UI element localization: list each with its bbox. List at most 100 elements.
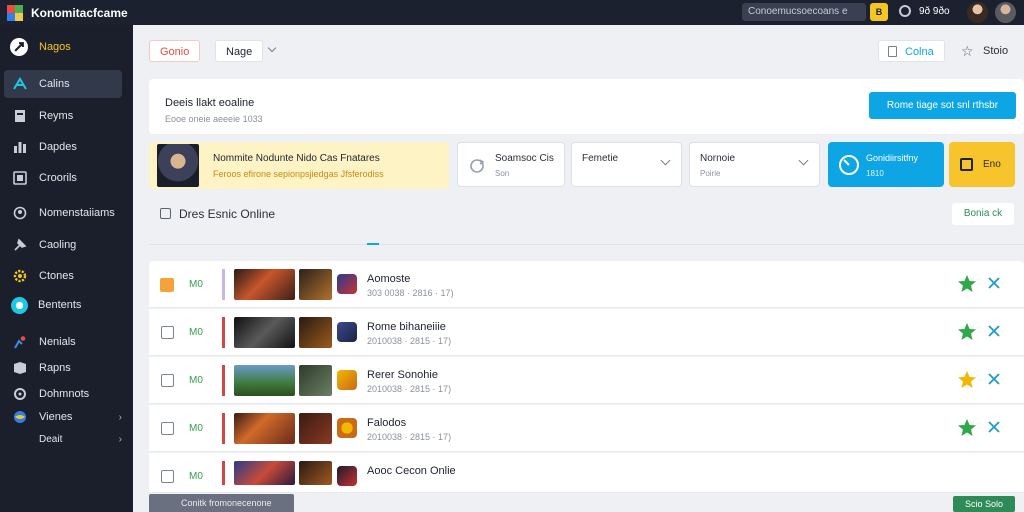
filter-dropdown-2[interactable]: Femetie	[571, 142, 682, 187]
sidebar-item-label: Calins	[39, 78, 70, 90]
info-icon[interactable]	[899, 5, 911, 17]
row-checkbox[interactable]	[161, 326, 174, 339]
promo-thumbnail	[157, 144, 199, 187]
filter-2-label: Femetie	[582, 153, 619, 164]
chevron-down-icon[interactable]	[267, 43, 277, 53]
game-thumbnail	[234, 269, 295, 300]
sidebar-item-label: Bentents	[38, 299, 82, 311]
game-icon	[337, 322, 357, 342]
sidebar-item-nomenstaiiams[interactable]: Nomenstaiiams	[4, 199, 122, 227]
globe-icon	[11, 296, 28, 314]
rocket-icon	[10, 38, 28, 56]
game-icon	[337, 274, 357, 294]
star-icon[interactable]	[957, 418, 977, 438]
sidebar-item-label: Nomenstaiiams	[39, 207, 115, 219]
top-search-input[interactable]: Conoemucsoecoans e	[742, 3, 866, 21]
chevron-down-icon	[798, 155, 809, 166]
game-icon	[337, 466, 357, 486]
star-icon[interactable]	[957, 274, 977, 294]
close-icon[interactable]	[988, 421, 1000, 433]
table-row[interactable]: M0 Aooc Cecon Onlie	[149, 453, 1024, 493]
row-title: Rerer Sonohie	[367, 369, 438, 381]
filter-blue-label: Gonidiirsitfny	[866, 153, 919, 163]
row-subtitle: 2010038 · 2815 · 17)	[367, 384, 452, 394]
refresh-icon	[470, 159, 485, 173]
filter-1-label: Soamsoc Cis	[495, 153, 554, 164]
top-badge-button[interactable]: B	[870, 3, 888, 21]
table-row[interactable]: M0 Falodos 2010038 · 2815 · 17)	[149, 405, 1024, 452]
game-icon	[337, 418, 357, 438]
tab-indicator	[367, 243, 379, 245]
section-checkbox[interactable]	[160, 208, 171, 219]
filter-yellow-button[interactable]: Eno	[949, 142, 1015, 187]
sidebar-item-deait[interactable]: Deait ›	[4, 425, 122, 453]
sidebar-item-calins[interactable]: Calins	[4, 70, 122, 98]
filter-dropdown-3[interactable]: Nornoie Poirie	[689, 142, 820, 187]
close-icon[interactable]	[988, 277, 1000, 289]
game-thumbnail-small	[299, 365, 332, 396]
star-outline-icon: ☆	[961, 43, 974, 59]
close-icon[interactable]	[988, 325, 1000, 337]
avatar[interactable]	[967, 2, 988, 23]
sidebar-item-rapns[interactable]: Rapns	[4, 354, 122, 382]
sidebar-item-label: Rapns	[39, 362, 71, 374]
gonio-button[interactable]: Gonio	[149, 40, 201, 62]
filter-blue-button[interactable]: Gonidiirsitfny 1810	[828, 142, 944, 187]
game-thumbnail-small	[299, 269, 332, 300]
sidebar-item-label: Ctones	[39, 270, 74, 282]
sidebar-item-croorils[interactable]: Croorils	[4, 164, 122, 192]
row-checkbox[interactable]	[161, 374, 174, 387]
planet-icon	[14, 411, 26, 423]
row-title: Falodos	[367, 417, 407, 429]
section-header: Dres Esnic Online Bonia ck	[149, 197, 1024, 245]
document-icon	[888, 46, 897, 57]
section-action-button[interactable]: Bonia ck	[952, 203, 1014, 225]
table-row[interactable]: M0 Rome bihaneiiie 2010038 · 2815 · 17)	[149, 309, 1024, 356]
promo-title: Nommite Nodunte Nido Cas Fnatares	[213, 153, 380, 164]
game-thumbnail-small	[299, 317, 332, 348]
hero-action-button[interactable]: Rome tiage sot snl rthsbr	[869, 92, 1016, 119]
row-checkbox[interactable]	[161, 470, 174, 483]
status-badge[interactable]: Scio Solo	[953, 496, 1015, 512]
stoio-button[interactable]: ☆ Stoio	[961, 40, 1008, 62]
row-subtitle: 2010038 · 2815 · 17)	[367, 336, 452, 346]
sidebar-brand[interactable]: Nagos	[4, 33, 122, 61]
row-number: M0	[189, 423, 203, 434]
chevron-down-icon	[660, 155, 671, 166]
row-number: M0	[189, 471, 203, 482]
game-thumbnail-small	[299, 413, 332, 444]
nage-button[interactable]: Nage	[215, 40, 264, 62]
avatar-secondary[interactable]	[995, 2, 1016, 23]
people-icon	[14, 336, 26, 349]
star-icon[interactable]	[957, 322, 977, 342]
top-user-label[interactable]: 9ð 9ðo	[919, 6, 950, 17]
star-icon[interactable]	[957, 370, 977, 390]
app-logo-icon	[7, 4, 23, 21]
app-title: Konomitacfcame	[31, 5, 128, 20]
row-number: M0	[189, 375, 203, 386]
sidebar-item-label: Croorils	[39, 172, 77, 184]
row-title: Aomoste	[367, 273, 411, 285]
close-icon[interactable]	[988, 373, 1000, 385]
sidebar-item-ctones[interactable]: Ctones	[4, 262, 122, 290]
table-row[interactable]: M0 Rerer Sonohie 2010038 · 2815 · 17)	[149, 357, 1024, 404]
checkbox-checked[interactable]	[160, 278, 174, 292]
promo-banner[interactable]: Nommite Nodunte Nido Cas Fnatares Feroos…	[149, 142, 449, 189]
game-thumbnail	[234, 317, 295, 348]
tag-icon	[14, 362, 26, 374]
row-checkbox[interactable]	[161, 422, 174, 435]
colna-button[interactable]: Colna	[878, 40, 945, 62]
table-row[interactable]: M0 Aomoste 303 0038 · 2816 · 17)	[149, 261, 1024, 308]
filter-1-sub: Son	[495, 169, 510, 178]
sidebar: Nagos Calins Reyms Dapdes Croorils Nomen…	[0, 25, 133, 512]
hero-title: Deeis llakt eoaline	[165, 97, 255, 109]
sidebar-item-bentents[interactable]: Bentents	[4, 291, 122, 319]
sidebar-item-caoling[interactable]: Caoling	[4, 231, 122, 259]
sidebar-item-dapdes[interactable]: Dapdes	[4, 133, 122, 161]
sidebar-item-label: Caoling	[39, 239, 77, 251]
sidebar-item-label: Nenials	[39, 336, 76, 348]
sidebar-item-reyms[interactable]: Reyms	[4, 102, 122, 130]
filter-box-1[interactable]: Soamsoc Cis Son	[457, 142, 565, 187]
filter-yellow-label: Eno	[983, 159, 1001, 170]
sidebar-item-nenials[interactable]: Nenials	[4, 328, 122, 356]
